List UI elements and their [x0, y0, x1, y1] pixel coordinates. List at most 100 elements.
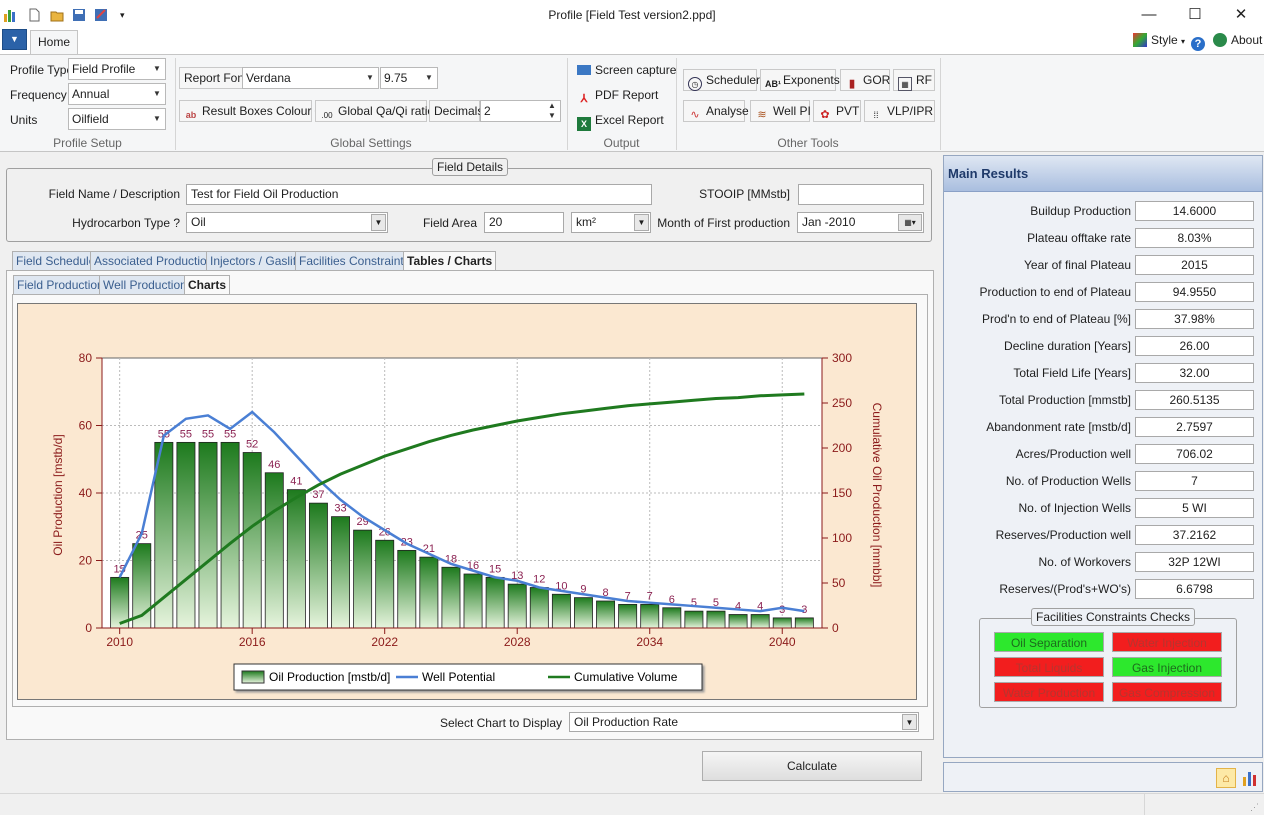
- oil-production-bar: [618, 603, 638, 629]
- y-tick-label: 0: [85, 621, 92, 635]
- exponents-button[interactable]: AB¹ Exponents: [760, 69, 840, 91]
- y-tick-label: 40: [79, 486, 93, 500]
- units-select[interactable]: Oilfield ▼: [68, 108, 166, 130]
- subtab-field-production[interactable]: Field Production: [13, 275, 108, 295]
- stooip-input[interactable]: [798, 184, 924, 205]
- window-title: Profile [Field Test version2.ppd]: [548, 8, 716, 22]
- report-font-value: Verdana: [246, 71, 291, 85]
- chart-icon[interactable]: [1240, 768, 1260, 788]
- bar-data-label: 15: [489, 563, 501, 575]
- style-label: Style: [1151, 33, 1178, 47]
- field-area-input[interactable]: 20: [484, 212, 564, 233]
- gor-button[interactable]: ▮ GOR: [840, 69, 890, 91]
- result-label: Total Production [mmstb]: [998, 393, 1131, 407]
- calculate-button[interactable]: Calculate: [702, 751, 922, 781]
- subtab-well-production[interactable]: Well Production: [99, 275, 191, 295]
- app-menu-button[interactable]: ▼: [2, 29, 27, 50]
- select-chart-dropdown[interactable]: Oil Production Rate ▼: [569, 712, 919, 732]
- analyse-button[interactable]: ∿ Analyse: [683, 100, 749, 122]
- status-pane: [0, 794, 1145, 815]
- minimize-button[interactable]: —: [1126, 0, 1172, 30]
- text-colour-icon: ab: [185, 110, 197, 120]
- bar-data-label: 7: [647, 590, 653, 602]
- report-font-select[interactable]: Verdana ▼: [242, 67, 379, 89]
- result-label: No. of Workovers: [1038, 555, 1131, 569]
- oil-production-chart: 152555 55 55 555246413733292623211816 1513 12…: [51, 351, 884, 691]
- frequency-value: Annual: [72, 87, 110, 101]
- legend-cumulative-volume: Cumulative Volume: [574, 670, 678, 684]
- clock-icon: ◷: [688, 77, 702, 91]
- oil-production-bar: [353, 529, 373, 629]
- pvt-button[interactable]: ✿ PVT: [813, 100, 861, 122]
- result-boxes-colour-button[interactable]: abResult Boxes Colour ▾: [179, 100, 319, 122]
- result-value: 6.6798: [1135, 579, 1254, 599]
- oil-production-bar: [397, 549, 417, 629]
- x-tick-label: 2040: [769, 635, 796, 649]
- home-icon[interactable]: ⌂: [1216, 768, 1236, 788]
- pdf-report-button[interactable]: ⅄ PDF Report: [577, 88, 659, 106]
- tab-field-schedule[interactable]: Field Schedule: [12, 251, 100, 271]
- area-unit-select[interactable]: km² ▼: [571, 212, 651, 233]
- bar-data-label: 52: [246, 439, 258, 451]
- screen-capture-button[interactable]: Screen capture: [577, 63, 676, 77]
- excel-report-button[interactable]: X Excel Report: [577, 113, 664, 131]
- main-results-title: Main Results: [944, 156, 1262, 192]
- first-production-value: Jan -2010: [802, 215, 856, 229]
- pvt-label: PVT: [836, 104, 860, 118]
- tab-associated-production[interactable]: Associated Production: [90, 251, 218, 271]
- bar-data-label: 12: [533, 574, 545, 586]
- tab-home[interactable]: Home: [30, 30, 78, 54]
- style-menu[interactable]: Style ▾: [1133, 33, 1185, 47]
- result-label: No. of Production Wells: [1005, 474, 1131, 488]
- well-pi-button[interactable]: ≋ Well PI: [750, 100, 811, 122]
- close-button[interactable]: ✕: [1218, 0, 1264, 30]
- well-pi-icon: ≋: [757, 109, 767, 121]
- subtab-charts[interactable]: Charts: [184, 275, 231, 295]
- decimals-value: 2: [484, 104, 491, 118]
- oil-production-bar: [706, 610, 726, 629]
- frequency-select[interactable]: Annual ▼: [68, 83, 166, 105]
- oil-production-bar: [331, 516, 350, 629]
- resize-grip[interactable]: ⋰: [1250, 802, 1259, 813]
- excel-report-label: Excel Report: [595, 113, 664, 127]
- oil-production-bar: [551, 593, 571, 629]
- x-tick-label: 2022: [371, 635, 398, 649]
- constraint-status: Oil Separation: [994, 632, 1104, 652]
- y2-tick-label: 200: [832, 441, 852, 455]
- y-tick-label: 20: [79, 554, 93, 568]
- hydrocarbon-type-select[interactable]: Oil ▼: [186, 212, 388, 233]
- oil-production-bar: [684, 610, 704, 629]
- result-value: 14.6000: [1135, 201, 1254, 221]
- font-size-select[interactable]: 9.75 ▼: [380, 67, 438, 89]
- global-qa-qi-button[interactable]: .00 Global Qa/Qi ratio: [315, 100, 434, 122]
- tab-tables-charts[interactable]: Tables / Charts: [403, 251, 497, 271]
- legend-swatch-oil: [241, 670, 265, 684]
- vlp-ipr-button[interactable]: ⁞⁞ VLP/IPR: [864, 100, 935, 122]
- oil-production-bar: [750, 614, 770, 629]
- help-icon[interactable]: ?: [1191, 33, 1209, 51]
- legend-well-potential: Well Potential: [422, 670, 495, 684]
- decimals-stepper[interactable]: 2 ▲ ▼: [480, 100, 561, 122]
- result-label: Prod'n to end of Plateau [%]: [981, 312, 1131, 326]
- tab-facilities-constraints[interactable]: Facilities Constraints: [295, 251, 414, 271]
- about-button[interactable]: About: [1213, 33, 1262, 47]
- pdf-icon: ⅄: [580, 93, 588, 105]
- units-value: Oilfield: [72, 112, 109, 126]
- tab-injectors-gaslift[interactable]: Injectors / Gaslift: [206, 251, 304, 271]
- first-production-select[interactable]: Jan -2010 ▦▾: [797, 212, 924, 233]
- field-name-input[interactable]: Test for Field Oil Production: [186, 184, 652, 205]
- font-size-value: 9.75: [384, 71, 408, 85]
- oil-production-bar: [574, 597, 593, 629]
- oil-production-bar: [154, 441, 174, 629]
- scheduler-button[interactable]: ◷ Scheduler: [683, 69, 760, 91]
- analyse-label: Analyse: [706, 104, 749, 118]
- y2-tick-label: 300: [832, 351, 852, 365]
- style-icon: [1133, 33, 1147, 47]
- oil-production-bar: [794, 617, 814, 629]
- y2-tick-label: 250: [832, 396, 852, 410]
- profile-type-select[interactable]: Field Profile ▼: [68, 58, 166, 80]
- y2-tick-label: 50: [832, 576, 846, 590]
- result-label: No. of Injection Wells: [1018, 501, 1132, 515]
- rf-button[interactable]: ▦ RF: [893, 69, 935, 91]
- maximize-button[interactable]: ☐: [1172, 0, 1218, 30]
